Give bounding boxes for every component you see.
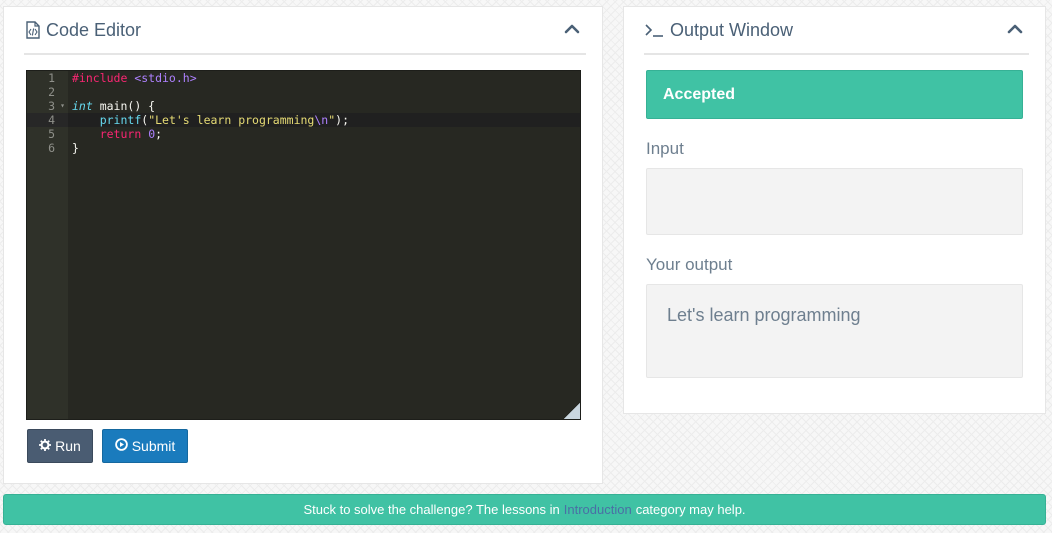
- run-button-label: Run: [55, 438, 81, 454]
- line-number: 6: [48, 141, 55, 155]
- introduction-category-link[interactable]: Introduction: [564, 502, 632, 517]
- code-editor-textarea[interactable]: 1 2 3 ▾ 4 5 6 #include <stdio.h> int main…: [26, 70, 581, 420]
- gear-icon: [39, 438, 52, 454]
- output-window-panel: Output Window Accepted Input Your output…: [623, 6, 1046, 414]
- chevron-up-icon[interactable]: [1007, 21, 1023, 37]
- code-editor-header: Code Editor: [24, 7, 586, 55]
- run-button[interactable]: Run: [27, 429, 93, 463]
- input-box: [646, 168, 1023, 235]
- code-line-4[interactable]: printf("Let's learn programming\n");: [68, 113, 580, 127]
- line-number: 2: [48, 85, 55, 99]
- line-number-gutter: 1 2 3 ▾ 4 5 6: [27, 71, 68, 419]
- output-window-title: Output Window: [670, 19, 794, 40]
- result-status-badge: Accepted: [646, 70, 1023, 119]
- code-lines[interactable]: #include <stdio.h> int main() { printf("…: [68, 71, 580, 155]
- your-output-box: Let's learn programming: [646, 284, 1023, 378]
- code-line-2[interactable]: [68, 85, 580, 99]
- submit-button[interactable]: Submit: [102, 429, 188, 463]
- chevron-up-icon[interactable]: [564, 21, 580, 37]
- code-editor-panel: Code Editor 1 2 3 ▾ 4 5 6 #include <stdio…: [3, 6, 603, 484]
- line-number: 5: [48, 127, 55, 141]
- terminal-prompt-icon: [644, 21, 666, 39]
- line-number: 4: [27, 113, 68, 127]
- code-editor-title: Code Editor: [46, 19, 142, 40]
- code-line-1[interactable]: #include <stdio.h>: [68, 71, 580, 85]
- submit-button-label: Submit: [131, 438, 176, 454]
- hint-text-after: category may help.: [635, 502, 746, 517]
- hint-banner: Stuck to solve the challenge? The lesson…: [3, 494, 1046, 525]
- line-number: 3 ▾: [48, 99, 65, 113]
- code-line-5[interactable]: return 0;: [68, 127, 580, 141]
- resize-handle[interactable]: [564, 403, 580, 419]
- fold-arrow-icon[interactable]: ▾: [60, 99, 65, 113]
- play-circle-icon: [114, 438, 128, 454]
- input-label: Input: [646, 139, 684, 158]
- hint-text-before: Stuck to solve the challenge? The lesson…: [303, 502, 560, 517]
- your-output-label: Your output: [646, 255, 733, 274]
- code-line-6[interactable]: }: [68, 141, 580, 155]
- code-file-icon: [24, 21, 42, 39]
- output-window-header: Output Window: [644, 7, 1029, 55]
- code-line-3[interactable]: int main() {: [68, 99, 580, 113]
- line-number: 1: [48, 71, 55, 85]
